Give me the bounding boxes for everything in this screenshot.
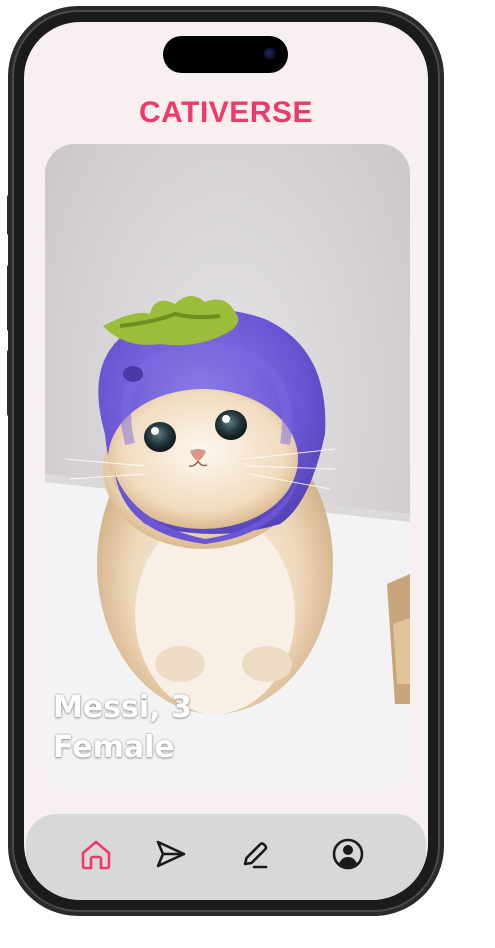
bottom-nav-bar — [26, 814, 426, 900]
nav-home-button[interactable] — [74, 832, 118, 876]
dynamic-island — [163, 36, 288, 73]
front-camera-icon — [264, 48, 276, 60]
nav-send-button[interactable] — [148, 832, 192, 876]
profile-card[interactable]: Messi, 3 Female — [45, 144, 410, 792]
home-icon — [81, 840, 111, 870]
nav-profile-button[interactable] — [326, 832, 370, 876]
app-title: CATIVERSE — [139, 96, 313, 129]
profile-caption: Messi, 3 Female — [53, 688, 192, 768]
nav-edit-button[interactable] — [233, 832, 277, 876]
phone-screen: CATIVERSE Messi, 3 Female — [24, 22, 428, 900]
name-age-label: Messi, 3 — [53, 690, 192, 725]
user-circle-icon — [332, 838, 364, 870]
send-icon — [156, 840, 186, 868]
gender-label: Female — [53, 730, 175, 765]
pencil-icon — [243, 842, 268, 869]
